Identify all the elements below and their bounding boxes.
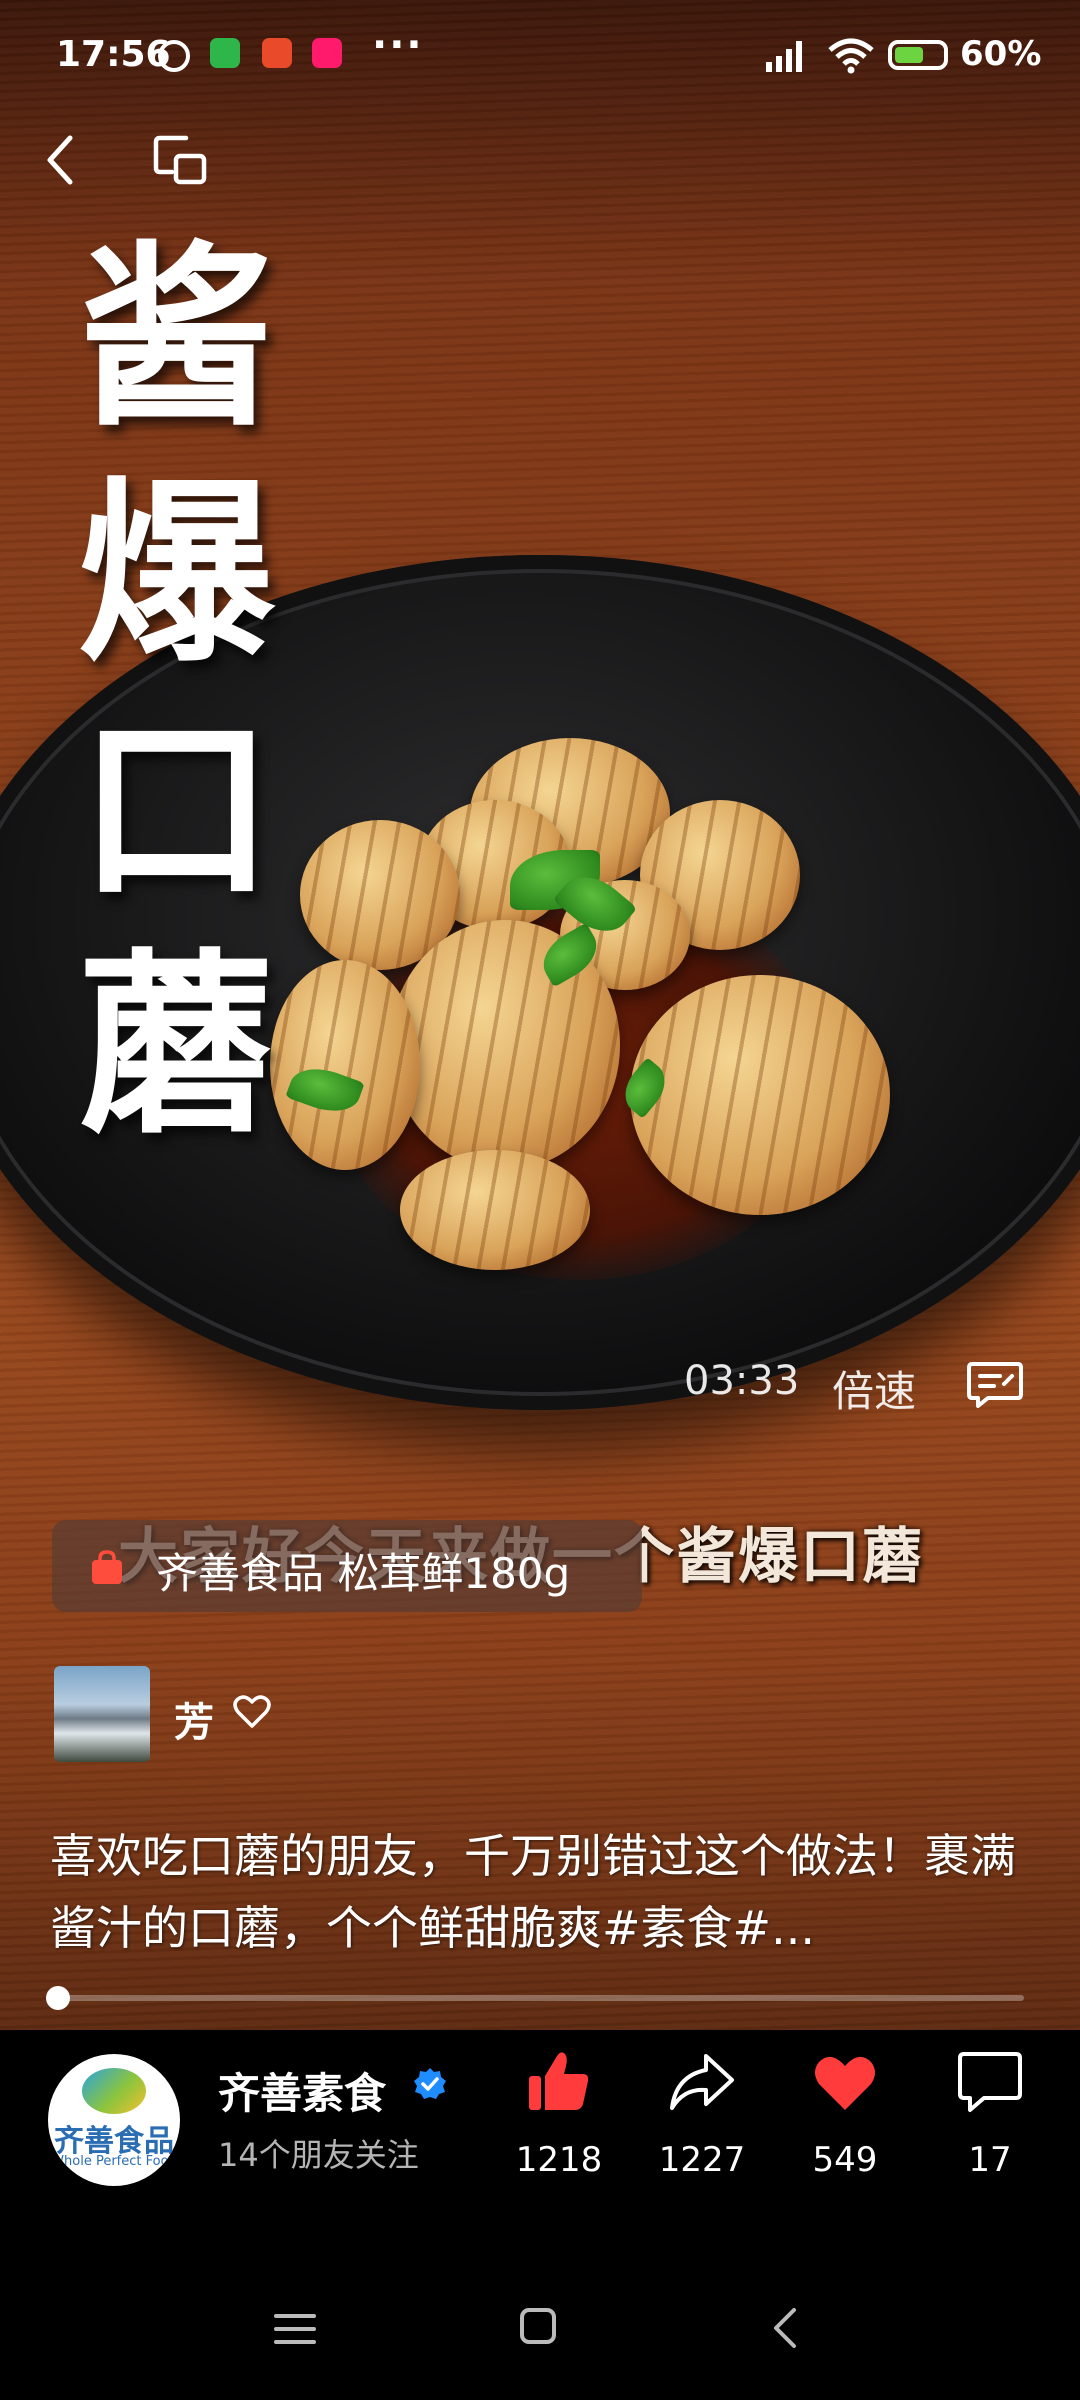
alarm-icon	[158, 40, 190, 72]
mushroom	[630, 975, 890, 1215]
app-notification-icon	[262, 38, 292, 68]
heart-outline-icon[interactable]	[232, 1692, 272, 1732]
mushroom	[400, 1150, 590, 1270]
status-time: 17:56	[56, 34, 171, 75]
battery-icon	[888, 40, 948, 70]
share-count: 1227	[658, 2140, 746, 2180]
heart-icon	[815, 2056, 875, 2110]
like-count: 1218	[515, 2140, 603, 2180]
author-avatar[interactable]: 齐善食品 Whole Perfect Food	[48, 2054, 180, 2186]
progress-handle[interactable]	[46, 1986, 70, 2010]
verified-badge-icon	[414, 2068, 446, 2099]
more-notifications-icon: ···	[372, 22, 424, 68]
video-title-overlay: 酱爆口蘑	[78, 223, 275, 1161]
user-name[interactable]: 芳	[174, 1690, 214, 1748]
author-name[interactable]: 齐善素食	[218, 2060, 386, 2121]
battery-percent: 60%	[960, 34, 1042, 74]
home-icon[interactable]	[518, 2306, 558, 2346]
like-button[interactable]: 1218	[499, 2048, 619, 2198]
comment-icon	[958, 2052, 1022, 2112]
app-notification-icon	[312, 38, 342, 68]
brand-logo-subtext: Whole Perfect Food	[51, 2154, 177, 2169]
comment-button[interactable]: 17	[930, 2048, 1050, 2198]
comment-count: 17	[968, 2140, 1012, 2180]
shopping-bag-icon	[92, 1550, 122, 1584]
favorite-button[interactable]: 549	[785, 2048, 905, 2198]
video-progress-bar[interactable]	[58, 1995, 1024, 2001]
product-label: 齐善食品 松茸鲜180g	[156, 1549, 571, 1598]
back-icon[interactable]	[40, 132, 80, 188]
video-duration: 03:33	[684, 1358, 800, 1404]
system-back-icon[interactable]	[770, 2306, 800, 2350]
share-icon	[670, 2054, 734, 2110]
wifi-icon	[828, 38, 874, 74]
battery-level	[895, 47, 923, 63]
status-bar: 17:56 ··· 60%	[0, 0, 1080, 110]
app-notification-icon	[210, 38, 240, 68]
recent-apps-icon[interactable]	[272, 2310, 318, 2348]
danmaku-icon[interactable]	[966, 1360, 1024, 1410]
avatar[interactable]	[54, 1666, 150, 1762]
signal-icon	[766, 41, 802, 72]
thumbs-up-icon	[529, 2052, 589, 2110]
favorite-count: 549	[812, 2140, 878, 2180]
share-button[interactable]: 1227	[642, 2048, 762, 2198]
pip-icon[interactable]	[152, 132, 208, 188]
product-link[interactable]: 齐善食品 松茸鲜180g	[52, 1520, 642, 1612]
brand-logo-icon	[82, 2068, 146, 2114]
mutual-followers: 14个朋友关注	[218, 2136, 419, 2174]
playback-speed-button[interactable]: 倍速	[832, 1358, 916, 1419]
video-description[interactable]: 喜欢吃口蘑的朋友，千万别错过这个做法！裹满酱汁的口蘑，个个鲜甜脆爽#素食#...	[50, 1820, 1040, 1964]
